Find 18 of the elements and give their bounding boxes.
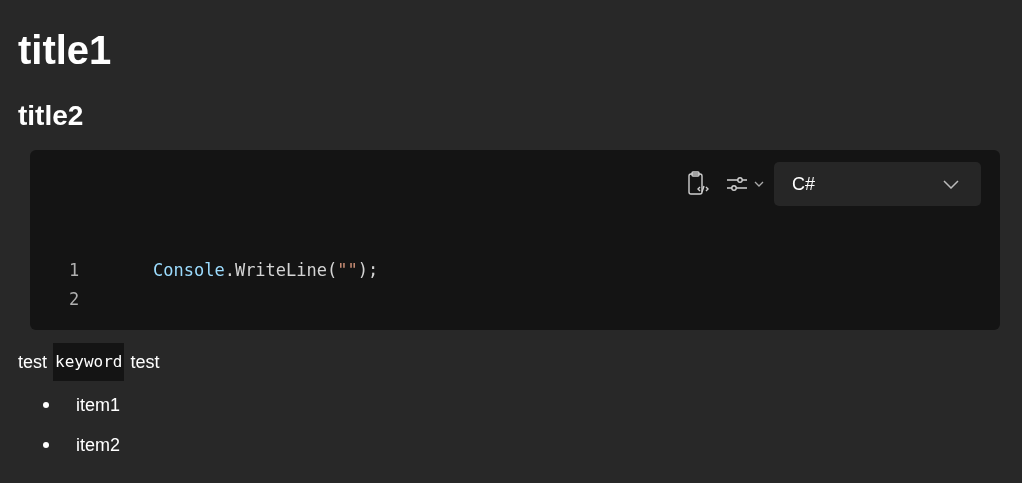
language-dropdown[interactable]: C#	[774, 162, 981, 206]
bullet-icon	[43, 442, 49, 448]
inline-code: keyword	[53, 343, 125, 381]
settings-dropdown[interactable]	[726, 176, 764, 192]
section-heading: title2	[18, 99, 84, 133]
chevron-down-icon	[943, 179, 959, 189]
sliders-icon	[726, 176, 748, 192]
line-number: 1	[68, 259, 81, 282]
line-number: 2	[68, 288, 81, 311]
page-title: title1	[18, 27, 112, 74]
paragraph-text: test	[18, 350, 47, 374]
list-item: item1	[76, 393, 120, 417]
bullet-icon	[43, 402, 49, 408]
chevron-down-icon	[754, 181, 764, 187]
code-line: Console.WriteLine("");	[153, 259, 379, 282]
list-item: item2	[76, 433, 120, 457]
paragraph-text: test	[130, 350, 160, 374]
copy-code-icon[interactable]	[686, 171, 710, 197]
